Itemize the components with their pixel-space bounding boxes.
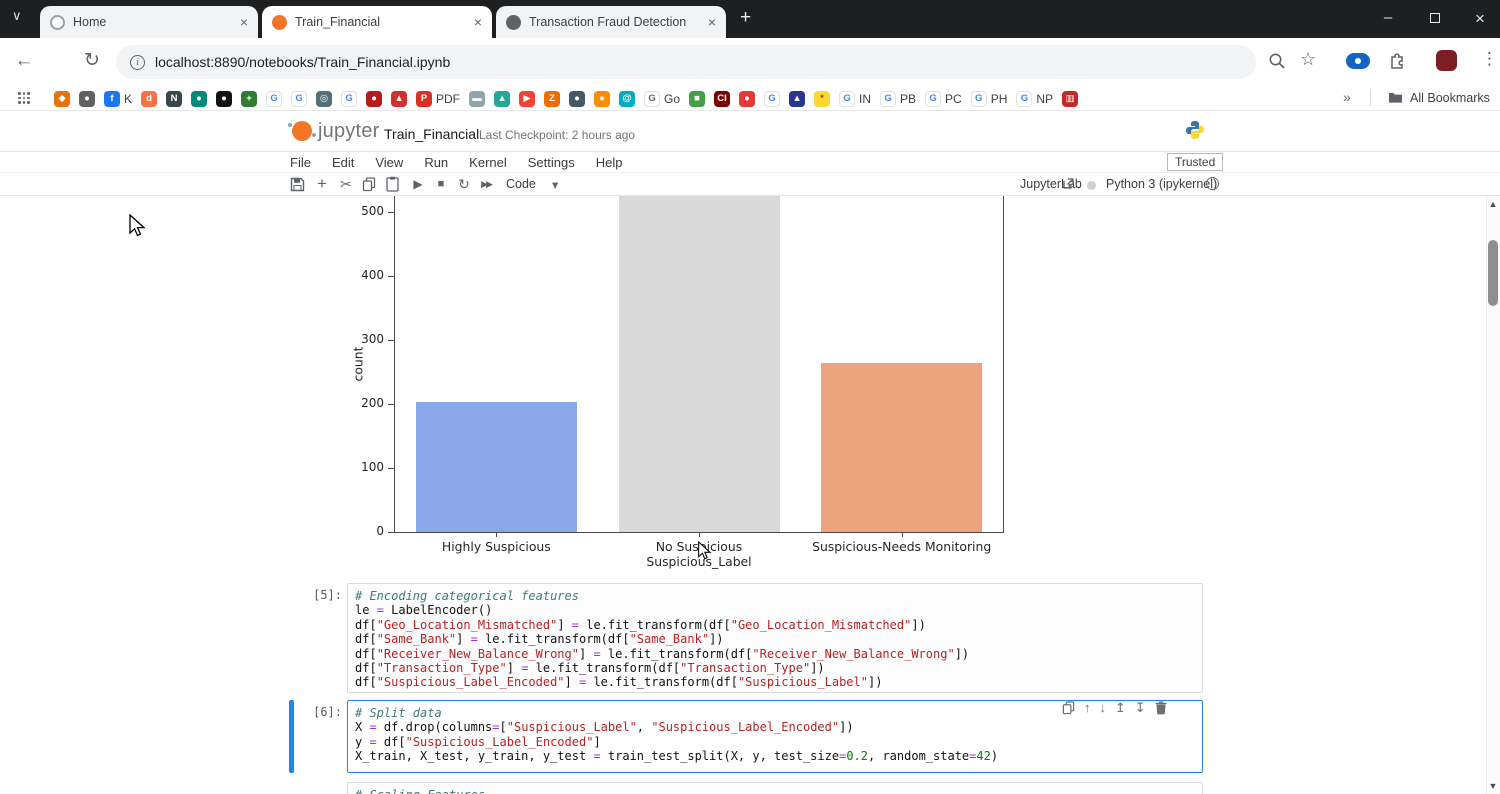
code-cell-5[interactable]: # Encoding categorical featuresle = Labe… xyxy=(347,583,1203,693)
cell-toolbar: ↑ ↓ ↥ ↧ xyxy=(1062,701,1167,715)
mouse-cursor xyxy=(128,214,150,238)
y-tick-label: 200 xyxy=(351,396,384,411)
y-tick-mark xyxy=(388,532,394,533)
insert-cell-above-icon[interactable]: ↥ xyxy=(1115,701,1126,715)
cell-prompt: [5]: xyxy=(290,588,342,602)
code-line: X_train, X_test, y_train, y_test = train… xyxy=(355,749,1195,763)
insert-cell-below-icon[interactable]: ↧ xyxy=(1135,701,1146,715)
code-line: y = df["Suspicious_Label_Encoded"] xyxy=(355,735,1195,749)
scroll-down-icon[interactable]: ▼ xyxy=(1488,781,1498,791)
code-line: df["Geo_Location_Mismatched"] = le.fit_t… xyxy=(355,618,1195,632)
y-axis-label: count xyxy=(351,347,366,382)
y-tick-label: 500 xyxy=(351,204,384,219)
x-tick-mark xyxy=(902,533,903,537)
move-cell-up-icon[interactable]: ↑ xyxy=(1084,701,1091,715)
y-tick-mark xyxy=(388,404,394,405)
code-cell-partial[interactable]: # Scaling Features xyxy=(347,782,1203,794)
y-tick-label: 300 xyxy=(351,332,384,347)
code-line: df["Receiver_New_Balance_Wrong"] = le.fi… xyxy=(355,647,1195,661)
code-line: df["Same_Bank"] = le.fit_transform(df["S… xyxy=(355,632,1195,646)
move-cell-down-icon[interactable]: ↓ xyxy=(1100,701,1107,715)
code-line: df["Transaction_Type"] = le.fit_transfor… xyxy=(355,661,1195,675)
cell-prompt: [6]: xyxy=(290,705,342,719)
code-line: # Encoding categorical features xyxy=(355,589,1195,603)
code-line: X = df.drop(columns=["Suspicious_Label",… xyxy=(355,720,1195,734)
y-tick-mark xyxy=(388,276,394,277)
y-tick-label: 0 xyxy=(351,524,384,539)
browser-window: ∨ Home × Train_Financial × Transaction F… xyxy=(0,0,1500,794)
chart-bar xyxy=(619,196,780,532)
x-tick-label: Highly Suspicious xyxy=(386,539,606,554)
code-line: df["Suspicious_Label_Encoded"] = le.fit_… xyxy=(355,675,1195,689)
mouse-cursor-secondary xyxy=(697,541,715,561)
scrollbar-thumb[interactable] xyxy=(1488,240,1498,306)
chart-bar xyxy=(416,402,577,532)
x-tick-label: Suspicious-Needs Monitoring xyxy=(792,539,1012,554)
y-tick-label: 100 xyxy=(351,460,384,475)
code-line: # Scaling Features xyxy=(355,788,1195,794)
code-line: le = LabelEncoder() xyxy=(355,603,1195,617)
chart-bar xyxy=(821,363,982,532)
x-tick-mark xyxy=(699,533,700,537)
right-spine xyxy=(1003,196,1004,532)
y-tick-mark xyxy=(388,212,394,213)
y-tick-mark xyxy=(388,340,394,341)
y-tick-label: 400 xyxy=(351,268,384,283)
x-tick-mark xyxy=(496,533,497,537)
scroll-up-icon[interactable]: ▲ xyxy=(1488,199,1498,209)
y-tick-mark xyxy=(388,468,394,469)
duplicate-cell-icon[interactable] xyxy=(1062,701,1075,715)
delete-cell-icon[interactable] xyxy=(1155,701,1167,715)
y-axis-spine xyxy=(394,196,395,532)
